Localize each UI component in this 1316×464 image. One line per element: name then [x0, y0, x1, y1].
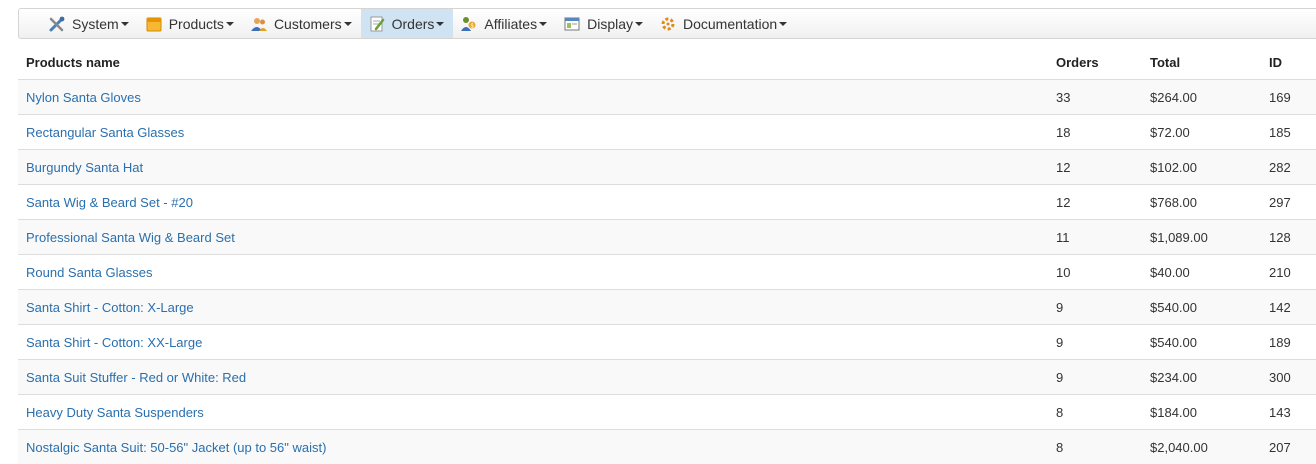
product-link[interactable]: Nylon Santa Gloves: [26, 90, 141, 105]
header-id[interactable]: ID: [1261, 45, 1316, 80]
product-link[interactable]: Santa Shirt - Cotton: X-Large: [26, 300, 194, 315]
total-cell: $1,089.00: [1142, 220, 1261, 255]
id-cell: 300: [1261, 360, 1316, 395]
orders-cell: 18: [1048, 115, 1142, 150]
nav-label: Display: [587, 16, 633, 32]
total-cell: $540.00: [1142, 325, 1261, 360]
id-cell: 185: [1261, 115, 1316, 150]
id-cell: 169: [1261, 80, 1316, 115]
nav-label: System: [72, 16, 119, 32]
caret-down-icon: [344, 22, 352, 26]
nav-label: Orders: [392, 16, 435, 32]
table-row: Nostalgic Santa Suit: 50-56" Jacket (up …: [18, 430, 1316, 464]
header-total[interactable]: Total: [1142, 45, 1261, 80]
orders-cell: 9: [1048, 290, 1142, 325]
table-header-row: Products name Orders Total ID: [18, 45, 1316, 80]
orders-cell: 33: [1048, 80, 1142, 115]
table-row: Professional Santa Wig & Beard Set 11 $1…: [18, 220, 1316, 255]
nav-label: Documentation: [683, 16, 777, 32]
total-cell: $40.00: [1142, 255, 1261, 290]
total-cell: $72.00: [1142, 115, 1261, 150]
caret-down-icon: [635, 22, 643, 26]
product-link[interactable]: Rectangular Santa Glasses: [26, 125, 184, 140]
order-form-icon: [368, 15, 386, 33]
table-row: Santa Shirt - Cotton: XX-Large 9 $540.00…: [18, 325, 1316, 360]
nav-system[interactable]: System: [41, 9, 138, 38]
products-orders-table: Products name Orders Total ID Nylon Sant…: [18, 45, 1316, 464]
table-row: Rectangular Santa Glasses 18 $72.00 185: [18, 115, 1316, 150]
nav-label: Products: [169, 16, 224, 32]
id-cell: 282: [1261, 150, 1316, 185]
orders-cell: 10: [1048, 255, 1142, 290]
nav-orders[interactable]: Orders: [361, 9, 454, 38]
product-link[interactable]: Nostalgic Santa Suit: 50-56" Jacket (up …: [26, 440, 326, 455]
total-cell: $540.00: [1142, 290, 1261, 325]
product-link[interactable]: Heavy Duty Santa Suspenders: [26, 405, 204, 420]
product-link[interactable]: Professional Santa Wig & Beard Set: [26, 230, 235, 245]
caret-down-icon: [436, 22, 444, 26]
table-row: Round Santa Glasses 10 $40.00 210: [18, 255, 1316, 290]
id-cell: 210: [1261, 255, 1316, 290]
top-navbar: System Products Customers Orders $ Affil…: [18, 8, 1316, 39]
nav-customers[interactable]: Customers: [243, 9, 361, 38]
product-link[interactable]: Burgundy Santa Hat: [26, 160, 143, 175]
orders-cell: 9: [1048, 360, 1142, 395]
orders-cell: 12: [1048, 150, 1142, 185]
nav-documentation[interactable]: Documentation: [652, 9, 796, 38]
caret-down-icon: [539, 22, 547, 26]
nav-display[interactable]: Display: [556, 9, 652, 38]
orders-cell: 12: [1048, 185, 1142, 220]
users-icon: [250, 15, 268, 33]
table-row: Santa Shirt - Cotton: X-Large 9 $540.00 …: [18, 290, 1316, 325]
product-link[interactable]: Round Santa Glasses: [26, 265, 152, 280]
total-cell: $102.00: [1142, 150, 1261, 185]
id-cell: 297: [1261, 185, 1316, 220]
total-cell: $768.00: [1142, 185, 1261, 220]
orders-cell: 9: [1048, 325, 1142, 360]
product-link[interactable]: Santa Shirt - Cotton: XX-Large: [26, 335, 202, 350]
total-cell: $234.00: [1142, 360, 1261, 395]
id-cell: 142: [1261, 290, 1316, 325]
table-row: Heavy Duty Santa Suspenders 8 $184.00 14…: [18, 395, 1316, 430]
header-products-name[interactable]: Products name: [18, 45, 1048, 80]
total-cell: $2,040.00: [1142, 430, 1261, 464]
documentation-icon: [659, 15, 677, 33]
nav-label: Affiliates: [484, 16, 537, 32]
header-orders[interactable]: Orders: [1048, 45, 1142, 80]
table-row: Nylon Santa Gloves 33 $264.00 169: [18, 80, 1316, 115]
svg-text:$: $: [471, 22, 475, 29]
total-cell: $184.00: [1142, 395, 1261, 430]
box-icon: [145, 15, 163, 33]
orders-cell: 8: [1048, 395, 1142, 430]
nav-products[interactable]: Products: [138, 9, 243, 38]
table-row: Burgundy Santa Hat 12 $102.00 282: [18, 150, 1316, 185]
product-link[interactable]: Santa Wig & Beard Set - #20: [26, 195, 193, 210]
affiliates-icon: $: [460, 15, 478, 33]
display-icon: [563, 15, 581, 33]
caret-down-icon: [121, 22, 129, 26]
caret-down-icon: [779, 22, 787, 26]
nav-label: Customers: [274, 16, 342, 32]
table-row: Santa Wig & Beard Set - #20 12 $768.00 2…: [18, 185, 1316, 220]
total-cell: $264.00: [1142, 80, 1261, 115]
orders-cell: 8: [1048, 430, 1142, 464]
orders-cell: 11: [1048, 220, 1142, 255]
product-link[interactable]: Santa Suit Stuffer - Red or White: Red: [26, 370, 246, 385]
nav-affiliates[interactable]: $ Affiliates: [453, 9, 556, 38]
id-cell: 189: [1261, 325, 1316, 360]
tools-icon: [48, 15, 66, 33]
id-cell: 128: [1261, 220, 1316, 255]
caret-down-icon: [226, 22, 234, 26]
table-row: Santa Suit Stuffer - Red or White: Red 9…: [18, 360, 1316, 395]
id-cell: 207: [1261, 430, 1316, 464]
id-cell: 143: [1261, 395, 1316, 430]
